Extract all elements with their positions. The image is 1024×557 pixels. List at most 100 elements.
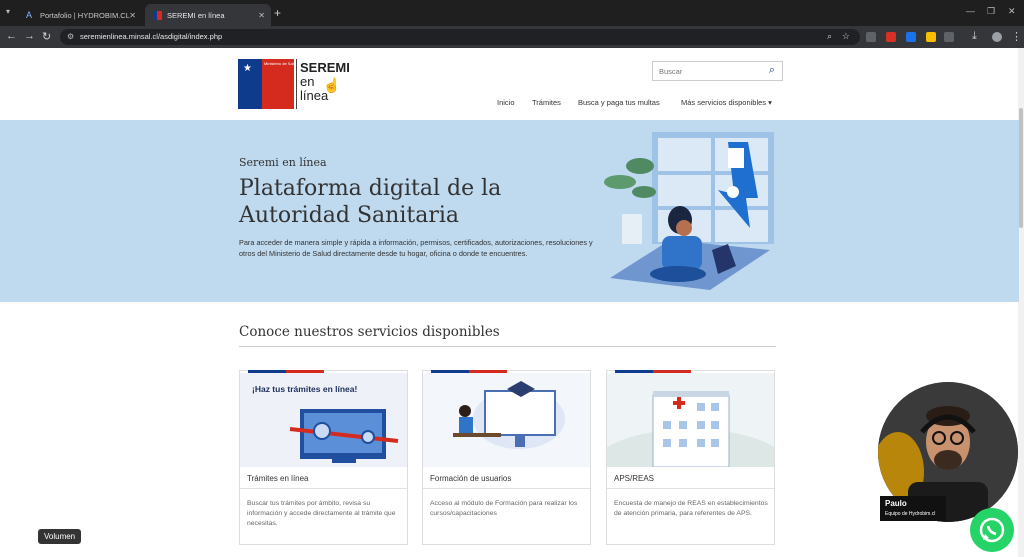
close-tab-icon[interactable]: ✕ xyxy=(129,11,136,20)
card-accent-blue xyxy=(431,370,469,373)
card-accent-red xyxy=(286,370,324,373)
gobierno-logo-red xyxy=(262,59,294,109)
browser-tabbar: ▾ A Portafolio | HYDROBIM.CL ✕ SEREMI en… xyxy=(0,0,1024,26)
extension-icon[interactable] xyxy=(866,32,876,42)
card-divider xyxy=(240,488,407,489)
student-head xyxy=(459,405,471,417)
logo-line-1: SEREMI xyxy=(300,60,350,75)
hero-description: Para acceder de manera simple y rápida a… xyxy=(239,238,593,258)
presenter-nameplate: Paulo Equipo de Hydrobim.cl xyxy=(880,496,946,521)
desk xyxy=(453,433,501,437)
service-card-aps-reas[interactable]: APS/REAS Encuesta de manejo de REAS en e… xyxy=(606,370,775,545)
person-face xyxy=(676,220,692,236)
card-image xyxy=(607,373,774,467)
hospital-cross-icon xyxy=(677,397,681,409)
hospital-illustration xyxy=(607,391,774,467)
card-description: Acceso al módulo de Formación para reali… xyxy=(430,500,578,517)
card-image: ¡Haz tus trámites en línea! xyxy=(240,373,407,467)
logo-divider xyxy=(296,59,297,109)
volume-tooltip: Volumen xyxy=(38,529,82,544)
card-title: Formación de usuarios xyxy=(430,474,512,483)
close-window-icon[interactable]: ✕ xyxy=(1008,6,1016,17)
new-tab-button[interactable]: + xyxy=(274,6,281,20)
formacion-illustration xyxy=(453,381,565,449)
window xyxy=(679,421,687,429)
nav-mas-servicios[interactable]: Más servicios disponibles ▾ xyxy=(681,98,772,107)
card-title: Trámites en línea xyxy=(247,474,309,483)
zoom-icon[interactable]: ⌕ xyxy=(827,31,832,42)
monitor-icon xyxy=(484,390,556,436)
address-bar[interactable]: ⚙ seremienlinea.minsal.cl/asdigital/inde… xyxy=(60,29,860,45)
window xyxy=(697,421,705,429)
card-divider xyxy=(423,488,590,489)
star-icon: ★ xyxy=(243,63,252,74)
site-info-icon[interactable]: ⚙ xyxy=(67,32,74,41)
minimize-icon[interactable]: — xyxy=(966,6,975,16)
browser-toolbar: ← → ↻ ⚙ seremienlinea.minsal.cl/asdigita… xyxy=(0,26,1024,48)
nav-tramites[interactable]: Trámites xyxy=(532,98,561,107)
whatsapp-button[interactable] xyxy=(970,508,1014,552)
window xyxy=(663,439,671,447)
monitor-stand xyxy=(332,459,356,463)
card-description: Buscar tus trámites por ámbito, revisa s… xyxy=(247,500,396,527)
card-title: APS/REAS xyxy=(614,474,655,483)
tramites-illustration xyxy=(289,409,399,463)
tab-seremi[interactable]: SEREMI en línea ✕ xyxy=(145,4,271,26)
tab-portafolio[interactable]: A Portafolio | HYDROBIM.CL ✕ xyxy=(18,4,142,26)
url-text: seremienlinea.minsal.cl/asdigital/index.… xyxy=(80,32,223,41)
close-tab-icon[interactable]: ✕ xyxy=(258,11,265,20)
plant-pot xyxy=(622,214,642,244)
hospital-roof xyxy=(653,391,729,397)
hand-cursor-icon: ☝ xyxy=(323,77,341,93)
person-body xyxy=(662,236,702,270)
person-legs xyxy=(650,266,706,282)
section-divider xyxy=(239,346,776,347)
scrollbar-thumb[interactable] xyxy=(1019,108,1023,228)
maximize-icon[interactable]: ❐ xyxy=(987,6,995,17)
monitor-stand xyxy=(515,435,525,447)
disc-icon xyxy=(727,186,739,198)
extensions-puzzle-icon[interactable] xyxy=(944,32,954,42)
forward-icon[interactable]: → xyxy=(24,30,35,42)
window xyxy=(711,403,719,411)
hydrobim-favicon-icon: A xyxy=(26,9,33,20)
window xyxy=(711,439,719,447)
card-accent-blue xyxy=(248,370,286,373)
student-body xyxy=(459,417,473,433)
window xyxy=(711,421,719,429)
extension-icon[interactable] xyxy=(906,32,916,42)
extension-icon[interactable] xyxy=(926,32,936,42)
menu-kebab-icon[interactable]: ⋮ xyxy=(1011,30,1022,43)
card-divider xyxy=(607,488,774,489)
search-box: ⌕ xyxy=(652,61,783,81)
hero-kicker: Seremi en línea xyxy=(239,156,327,169)
service-card-formacion[interactable]: Formación de usuarios Acceso al módulo d… xyxy=(422,370,591,545)
presenter-team: Equipo de Hydrobim.cl xyxy=(885,511,936,517)
bookmark-star-icon[interactable]: ☆ xyxy=(842,31,850,42)
search-icon[interactable]: ⌕ xyxy=(769,64,775,77)
node-icon xyxy=(313,422,331,440)
nav-inicio[interactable]: Inicio xyxy=(497,98,515,107)
search-input[interactable] xyxy=(659,65,759,78)
tab-label: Portafolio | HYDROBIM.CL xyxy=(40,10,130,20)
card-accent-red xyxy=(469,370,507,373)
services-title: Conoce nuestros servicios disponibles xyxy=(239,324,500,340)
window xyxy=(697,403,705,411)
presenter-name: Paulo xyxy=(885,499,907,508)
tab-label: SEREMI en línea xyxy=(167,10,225,20)
beard xyxy=(934,450,962,470)
reload-icon[interactable]: ↻ xyxy=(42,30,51,43)
back-icon[interactable]: ← xyxy=(6,30,17,42)
profile-avatar[interactable] xyxy=(992,32,1002,42)
hero-illustration xyxy=(604,132,774,290)
tab-search-icon[interactable]: ▾ xyxy=(6,7,10,16)
plant-leaf xyxy=(626,158,654,174)
logo-ministry-text: Ministerio de Salud xyxy=(264,61,299,66)
download-icon[interactable]: ⤓ xyxy=(972,30,977,43)
nav-multas[interactable]: Busca y paga tus multas xyxy=(578,98,660,107)
card-accent-blue xyxy=(615,370,653,373)
plant-leaf xyxy=(604,175,636,189)
service-card-tramites[interactable]: ¡Haz tus trámites en línea! Trámites en … xyxy=(239,370,408,545)
extension-icon[interactable] xyxy=(886,32,896,42)
hero-title: Plataforma digital de la Autoridad Sanit… xyxy=(239,176,502,228)
